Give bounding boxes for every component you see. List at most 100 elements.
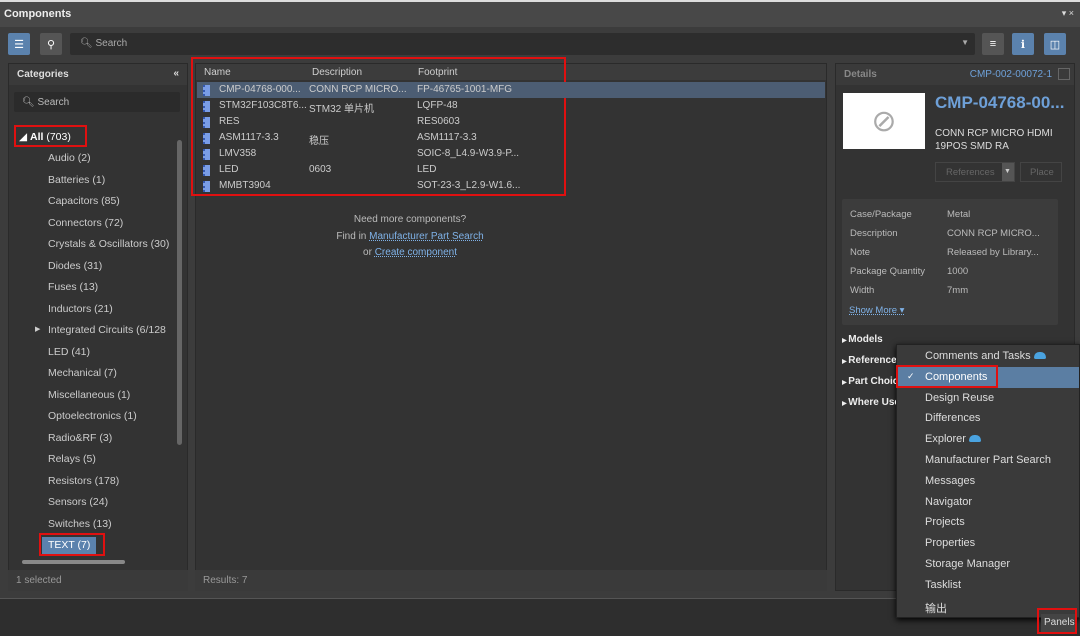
menu-button[interactable]: ≡ (982, 33, 1004, 55)
category-item[interactable]: LED (41) (48, 346, 90, 358)
menu-item-explorer[interactable]: Explorer (897, 429, 1079, 450)
menu-item-storage-manager[interactable]: Storage Manager (897, 554, 1079, 575)
param-value: 1000 (947, 266, 969, 277)
component-icon (203, 117, 210, 128)
category-item[interactable]: Batteries (1) (48, 174, 105, 186)
param-label: Description (850, 228, 898, 239)
highlight-panels-button (1037, 608, 1077, 634)
component-description: CONN RCP MICRO HDMI 19POS SMD RA (935, 128, 1053, 152)
menu-item-label: Design Reuse (925, 391, 995, 404)
table-row[interactable]: LED 0603 LED (197, 162, 825, 178)
cell-footprint: LQFP-48 (417, 100, 458, 111)
vertical-scrollbar[interactable] (177, 140, 182, 445)
menu-item-label: 输出 (925, 602, 947, 615)
cloud-icon (1033, 352, 1046, 359)
category-item[interactable]: Miscellaneous (1) (48, 389, 130, 401)
category-item[interactable]: Fuses (13) (48, 281, 98, 293)
category-item[interactable]: Optoelectronics (1) (48, 410, 137, 422)
cell-name: ASM1117-3.3 (219, 132, 279, 143)
table-row[interactable]: ASM1117-3.3 稳压 ASM1117-3.3 (197, 130, 825, 147)
component-icon (203, 165, 210, 176)
category-item[interactable]: TEXT (7) (42, 537, 97, 554)
menu-item-properties[interactable]: Properties (897, 533, 1079, 554)
section-label: References (848, 355, 896, 366)
info-button[interactable]: ℹ (1012, 33, 1034, 55)
section-models[interactable]: ▶ Models (842, 334, 896, 345)
category-item[interactable]: Crystals & Oscillators (30) (48, 238, 169, 250)
category-item[interactable]: Diodes (31) (48, 260, 102, 272)
category-item[interactable]: Radio&RF (3) (48, 432, 112, 444)
manufacturer-part-search-link[interactable]: Manufacturer Part Search (369, 231, 484, 242)
table-row[interactable]: CMP-04768-000... CONN RCP MICRO... FP-4676… (197, 82, 825, 98)
menu-item-label: Storage Manager (925, 558, 1010, 570)
category-item[interactable]: Inductors (21) (48, 303, 113, 315)
category-item[interactable]: Capacitors (85) (48, 195, 120, 207)
window-controls[interactable]: ▾ × (1062, 8, 1074, 19)
chevron-down-icon[interactable]: ▼ (961, 38, 969, 47)
more-components-hint: Need more components? Find in Manufactur… (195, 212, 625, 262)
search-input[interactable]: 🔍︎ Search ▼ (70, 33, 975, 55)
menu-item-differences[interactable]: Differences (897, 408, 1079, 429)
cell-description: 稳压 (309, 136, 329, 147)
list-view-button[interactable]: ☰ (8, 33, 30, 55)
section-label: Models (848, 334, 883, 345)
menu-item-tasklist[interactable]: Tasklist (897, 575, 1079, 596)
categories-header: Categories « (9, 64, 187, 85)
category-item[interactable]: Sensors (24) (48, 496, 108, 508)
cell-name: MMBT3904 (219, 180, 271, 191)
table-row[interactable]: LMV358 SOIC-8_L4.9-W3.9-P... (197, 146, 825, 162)
section-references[interactable]: ▶ References (842, 355, 896, 366)
table-row[interactable]: RES RES0603 (197, 114, 825, 130)
cell-name: CMP-04768-000... (219, 84, 301, 95)
collapse-icon[interactable]: « (173, 68, 179, 79)
cell-footprint: LED (417, 164, 437, 175)
hint-text: Need more components? (353, 214, 467, 225)
category-search-input[interactable]: 🔍︎ Search (14, 92, 180, 112)
details-header: Details CMP-002-00072-1 (836, 64, 1074, 85)
menu-item-label: Manufacturer Part Search (925, 454, 1051, 466)
menu-item-projects[interactable]: Projects (897, 512, 1079, 533)
search-icon: 🔍︎ (22, 97, 38, 108)
chevron-down-icon[interactable]: ▼ (1002, 163, 1014, 181)
category-item[interactable]: Mechanical (7) (48, 367, 117, 379)
category-item[interactable]: Relays (5) (48, 453, 96, 465)
menu-item-label: Projects (925, 516, 965, 529)
references-button[interactable]: References ▼ (935, 162, 1015, 182)
table-row[interactable]: MMBT3904 SOT-23-3_L2.9-W1.6... (197, 178, 825, 194)
cell-description: 0603 (309, 164, 332, 175)
horizontal-scrollbar[interactable] (22, 560, 125, 564)
menu-item-comments-and-tasks[interactable]: Comments and Tasks (897, 346, 1079, 367)
menu-item-messages[interactable]: Messages (897, 471, 1079, 492)
expand-arrow-icon[interactable]: ▶ (35, 325, 40, 333)
section-part-choices[interactable]: ▶ Part Choices (842, 376, 896, 387)
menu-item-navigator[interactable]: Navigator (897, 492, 1079, 513)
menu-item-manufacturer-part-search[interactable]: Manufacturer Part Search (897, 450, 1079, 471)
param-label: Note (850, 247, 871, 258)
menu-item-label: Navigator (925, 495, 973, 508)
table-row[interactable]: STM32F103C8T6... STM32 单片机 LQFP-48 (197, 98, 825, 115)
category-item[interactable]: Integrated Circuits (6/128 (48, 324, 166, 336)
param-value: Released by Library... (947, 247, 1039, 258)
category-item[interactable]: Resistors (178) (48, 475, 119, 487)
window-title: Components (4, 8, 72, 20)
show-more-link[interactable]: Show More ▾ (849, 305, 904, 316)
no-image-icon: ⊘ (843, 93, 925, 149)
category-item[interactable]: Audio (2) (48, 152, 91, 164)
details-checkbox[interactable] (1058, 68, 1070, 80)
category-item[interactable]: Switches (13) (48, 518, 112, 530)
menu-item-label: Properties (925, 537, 976, 550)
menu-item-design-reuse[interactable]: Design Reuse (897, 388, 1079, 409)
split-view-button[interactable]: ◫ (1044, 33, 1066, 55)
create-component-link[interactable]: Create component (375, 247, 457, 258)
filter-button[interactable]: ⚲ (40, 33, 62, 55)
category-item[interactable]: Connectors (72) (48, 217, 123, 229)
search-icon: 🔍︎ (80, 38, 96, 49)
cell-description: STM32 单片机 (309, 104, 375, 115)
place-button[interactable]: Place (1020, 162, 1062, 182)
results-count: Results: 7 (195, 570, 827, 591)
section-label: Part Choices (848, 376, 896, 387)
menu-item-label: Tasklist (925, 578, 962, 591)
section-where-used[interactable]: ▶ Where Used (842, 397, 896, 408)
component-icon (203, 101, 210, 112)
selection-status: 1 selected (8, 570, 188, 591)
